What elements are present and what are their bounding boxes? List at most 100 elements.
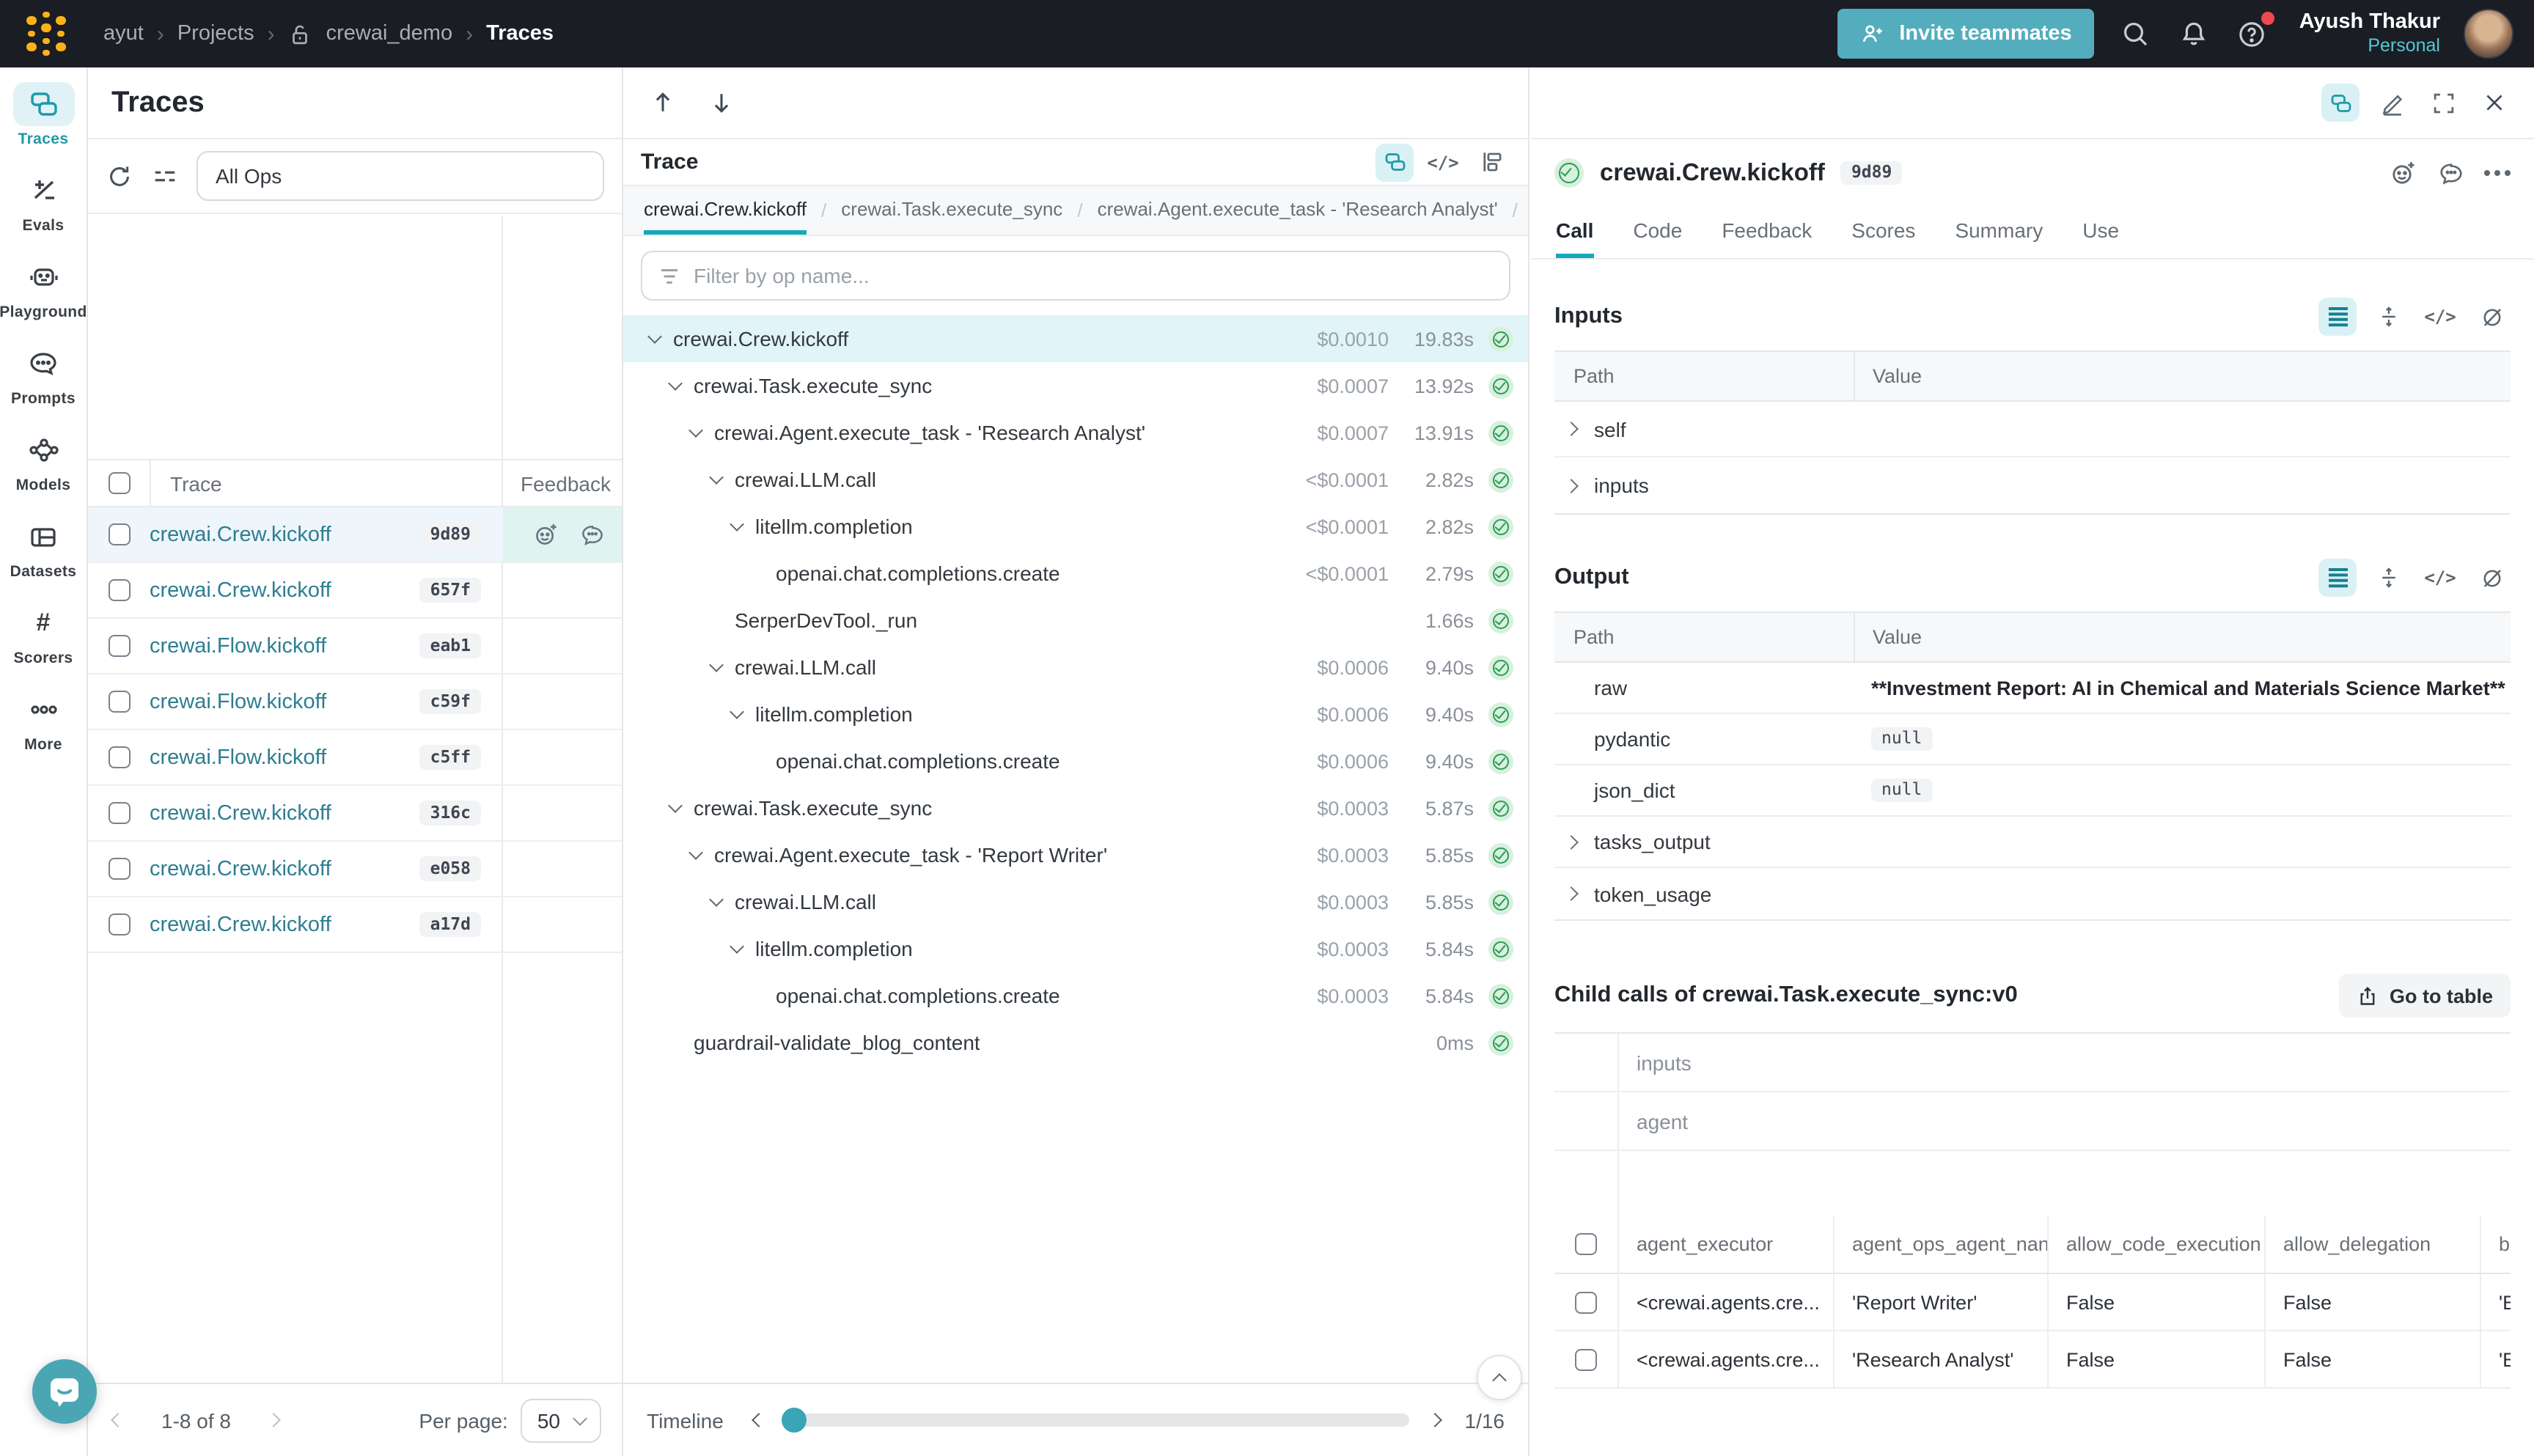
child-call-row[interactable]: <crewai.agents.cre... 'Research Analyst'… bbox=[1554, 1331, 2511, 1389]
row-checkbox[interactable] bbox=[109, 523, 131, 545]
trace-link[interactable]: crewai.Flow.kickoff bbox=[150, 746, 326, 769]
table-row[interactable]: crewai.Flow.kickoff eab1 bbox=[88, 619, 622, 674]
chevron-right-icon[interactable] bbox=[1566, 886, 1581, 901]
chevron-down-icon[interactable] bbox=[729, 707, 743, 721]
timeline-slider[interactable] bbox=[785, 1413, 1409, 1427]
prev-trace-icon[interactable] bbox=[644, 84, 682, 122]
user-menu[interactable]: Ayush Thakur Personal bbox=[2299, 10, 2440, 58]
search-icon[interactable] bbox=[2118, 16, 2153, 51]
chevron-down-icon[interactable] bbox=[667, 801, 682, 815]
column-settings-icon[interactable] bbox=[151, 162, 179, 190]
call-id-badge[interactable]: 9d89 bbox=[1841, 161, 1902, 185]
tree-row[interactable]: crewai.Agent.execute_task - 'Report Writ… bbox=[623, 831, 1528, 878]
chevron-down-icon[interactable] bbox=[729, 519, 743, 534]
chevron-down-icon[interactable] bbox=[647, 331, 661, 346]
tree-row[interactable]: crewai.Agent.execute_task - 'Research An… bbox=[623, 409, 1528, 456]
tree-row[interactable]: crewai.LLM.call $0.0006 9.40s bbox=[623, 644, 1528, 691]
op-filter-input[interactable] bbox=[694, 264, 1493, 287]
tree-row[interactable]: SerperDevTool._run 1.66s bbox=[623, 597, 1528, 644]
hide-values-icon[interactable] bbox=[2472, 559, 2511, 597]
chevron-down-icon[interactable] bbox=[667, 378, 682, 393]
tree-row[interactable]: crewai.LLM.call <$0.0001 2.82s bbox=[623, 456, 1528, 503]
more-options-icon[interactable] bbox=[2484, 170, 2511, 176]
add-reaction-icon[interactable] bbox=[532, 521, 560, 548]
add-reaction-icon[interactable] bbox=[2389, 158, 2418, 188]
tree-panel-toggle[interactable] bbox=[2321, 84, 2359, 122]
trace-link[interactable]: crewai.Flow.kickoff bbox=[150, 690, 326, 713]
sidebar-item-traces[interactable]: Traces bbox=[0, 82, 87, 148]
column-header-agent-ops-name[interactable]: agent_ops_agent_nan bbox=[1833, 1216, 2047, 1273]
trace-link[interactable]: crewai.Crew.kickoff bbox=[150, 801, 331, 825]
tree-row[interactable]: litellm.completion $0.0003 5.84s bbox=[623, 925, 1528, 972]
chevron-right-icon[interactable] bbox=[1566, 478, 1581, 493]
breadcrumb-projects[interactable]: Projects bbox=[177, 22, 254, 45]
column-header-backstory[interactable]: b bbox=[2480, 1216, 2511, 1273]
ops-filter-select[interactable]: All Ops bbox=[197, 151, 604, 201]
flame-graph-toggle[interactable] bbox=[1472, 143, 1510, 181]
select-all-checkbox[interactable] bbox=[109, 472, 131, 494]
column-header-trace[interactable]: Trace bbox=[170, 471, 222, 495]
breadcrumb-team[interactable]: ayut bbox=[103, 22, 144, 45]
timeline-slider-handle[interactable] bbox=[782, 1408, 807, 1433]
wandb-logo[interactable] bbox=[26, 12, 65, 56]
trace-link[interactable]: crewai.Crew.kickoff bbox=[150, 578, 331, 602]
trace-link[interactable]: crewai.Flow.kickoff bbox=[150, 634, 326, 658]
column-header-allow-delegation[interactable]: allow_delegation bbox=[2264, 1216, 2480, 1273]
sidebar-item-scorers[interactable]: # Scorers bbox=[0, 601, 87, 667]
go-to-table-button[interactable]: Go to table bbox=[2338, 974, 2511, 1018]
tab-code[interactable]: Code bbox=[1633, 207, 1682, 258]
table-row[interactable]: crewai.Flow.kickoff c5ff bbox=[88, 730, 622, 786]
invite-teammates-button[interactable]: Invite teammates bbox=[1837, 9, 2093, 59]
per-page-select[interactable]: 50 bbox=[521, 1398, 601, 1442]
edit-pencil-icon[interactable] bbox=[2373, 84, 2411, 122]
code-view-toggle[interactable]: </> bbox=[1424, 143, 1462, 181]
table-row[interactable]: crewai.Crew.kickoff 657f bbox=[88, 563, 622, 619]
table-row[interactable]: crewai.Crew.kickoff a17d bbox=[88, 897, 622, 953]
timeline-next-icon[interactable] bbox=[1430, 1413, 1444, 1427]
tab-scores[interactable]: Scores bbox=[1851, 207, 1915, 258]
comment-icon[interactable] bbox=[2437, 159, 2465, 187]
chat-support-button[interactable] bbox=[32, 1359, 97, 1424]
path-tab-agent-execute[interactable]: crewai.Agent.execute_task - 'Research An… bbox=[1098, 186, 1498, 235]
tree-row[interactable]: guardrail-validate_blog_content 0ms bbox=[623, 1019, 1528, 1066]
path-tab-crew-kickoff[interactable]: crewai.Crew.kickoff bbox=[644, 186, 807, 235]
tab-use[interactable]: Use bbox=[2082, 207, 2119, 258]
path-tab-task-execute[interactable]: crewai.Task.execute_sync bbox=[841, 186, 1062, 235]
next-trace-icon[interactable] bbox=[702, 84, 741, 122]
output-row-raw[interactable]: raw **Investment Report: AI in Chemical … bbox=[1554, 663, 2511, 714]
row-checkbox[interactable] bbox=[109, 913, 131, 935]
sidebar-item-prompts[interactable]: Prompts bbox=[0, 342, 87, 408]
timeline-prev-icon[interactable] bbox=[750, 1413, 765, 1427]
row-checkbox[interactable] bbox=[109, 635, 131, 657]
chevron-right-icon[interactable] bbox=[1566, 422, 1581, 436]
select-all-checkbox[interactable] bbox=[1575, 1233, 1597, 1255]
chevron-down-icon[interactable] bbox=[729, 941, 743, 956]
tab-feedback[interactable]: Feedback bbox=[1722, 207, 1812, 258]
sidebar-item-more[interactable]: More bbox=[0, 688, 87, 754]
trace-link[interactable]: crewai.Crew.kickoff bbox=[150, 523, 331, 546]
avatar[interactable] bbox=[2464, 9, 2513, 59]
child-call-row[interactable]: <crewai.agents.cre... 'Report Writer' Fa… bbox=[1554, 1274, 2511, 1331]
input-row-inputs[interactable]: inputs bbox=[1554, 457, 2511, 513]
tree-row[interactable]: crewai.Crew.kickoff $0.0010 19.83s bbox=[623, 315, 1528, 362]
row-checkbox[interactable] bbox=[1575, 1291, 1597, 1313]
column-header-allow-code-execution[interactable]: allow_code_execution bbox=[2047, 1216, 2264, 1273]
help-icon[interactable] bbox=[2235, 16, 2270, 51]
tree-row[interactable]: crewai.Task.execute_sync $0.0007 13.92s bbox=[623, 362, 1528, 409]
expand-rows-icon[interactable] bbox=[2370, 298, 2408, 336]
chevron-right-icon[interactable] bbox=[1566, 834, 1581, 849]
row-checkbox[interactable] bbox=[109, 579, 131, 601]
column-header-agent-executor[interactable]: agent_executor bbox=[1617, 1216, 1833, 1273]
breadcrumb-project[interactable]: crewai_demo bbox=[326, 22, 453, 45]
table-row[interactable]: crewai.Crew.kickoff e058 bbox=[88, 842, 622, 897]
json-view-icon[interactable]: </> bbox=[2421, 559, 2459, 597]
chevron-down-icon[interactable] bbox=[688, 848, 702, 862]
tree-row[interactable]: litellm.completion $0.0006 9.40s bbox=[623, 691, 1528, 738]
sidebar-item-evals[interactable]: Evals bbox=[0, 169, 87, 235]
chevron-down-icon[interactable] bbox=[708, 660, 723, 674]
tree-row[interactable]: openai.chat.completions.create $0.0003 5… bbox=[623, 972, 1528, 1019]
chevron-down-icon[interactable] bbox=[708, 894, 723, 909]
tree-view-toggle[interactable] bbox=[1376, 143, 1414, 181]
output-row-token-usage[interactable]: token_usage bbox=[1554, 868, 2511, 919]
row-checkbox[interactable] bbox=[1575, 1348, 1597, 1370]
